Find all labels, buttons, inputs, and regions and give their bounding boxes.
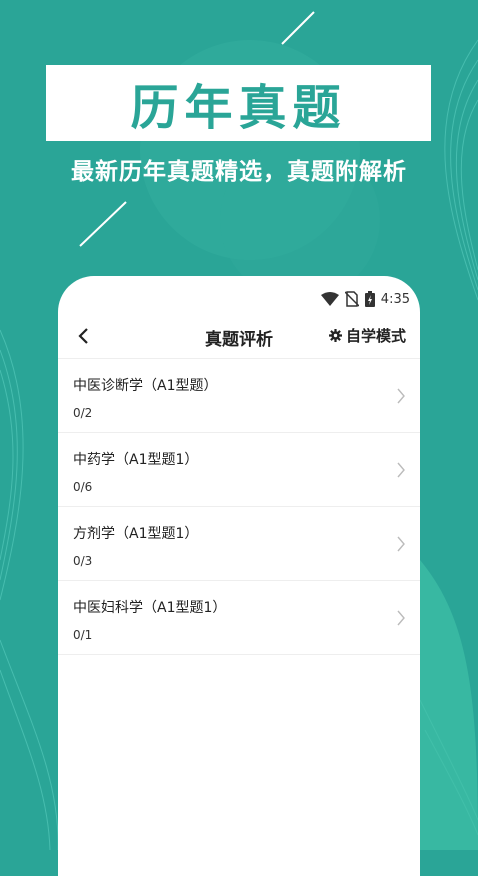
chevron-right-icon bbox=[397, 388, 405, 404]
banner-subtitle: 最新历年真题精选，真题附解析 bbox=[71, 159, 407, 185]
chevron-right-icon bbox=[397, 536, 405, 552]
gear-icon bbox=[328, 329, 342, 342]
self-study-mode-button[interactable]: 自学模式 bbox=[328, 325, 406, 346]
banner-box: 历年真题 bbox=[46, 65, 431, 141]
chevron-right-icon bbox=[397, 462, 405, 478]
item-title: 方剂学（A1型题1） bbox=[73, 526, 199, 542]
item-progress: 0/3 bbox=[73, 554, 93, 568]
item-progress: 0/2 bbox=[73, 406, 93, 420]
list-item[interactable]: 中医妇科学（A1型题1） 0/1 bbox=[58, 581, 420, 655]
item-title: 中药学（A1型题1） bbox=[73, 452, 199, 468]
item-progress: 0/1 bbox=[73, 628, 93, 642]
self-study-mode-label: 自学模式 bbox=[345, 327, 406, 345]
item-title: 中医诊断学（A1型题） bbox=[73, 378, 218, 394]
item-progress: 0/6 bbox=[73, 480, 93, 494]
list-item[interactable]: 方剂学（A1型题1） 0/3 bbox=[58, 507, 420, 581]
header-bar: 真题评析 自学模式 bbox=[58, 314, 420, 359]
chevron-right-icon bbox=[397, 610, 405, 626]
item-title: 中医妇科学（A1型题1） bbox=[73, 600, 227, 616]
banner-title: 历年真题 bbox=[130, 80, 347, 136]
list-item[interactable]: 中药学（A1型题1） 0/6 bbox=[58, 433, 420, 507]
status-bar: 4:35 bbox=[320, 290, 410, 308]
no-sim-icon bbox=[344, 291, 359, 307]
list-item[interactable]: 中医诊断学（A1型题） 0/2 bbox=[58, 359, 420, 433]
status-time: 4:35 bbox=[380, 291, 410, 307]
battery-charging-icon bbox=[364, 291, 375, 307]
wifi-icon bbox=[320, 292, 339, 306]
exam-list: 中医诊断学（A1型题） 0/2 中药学（A1型题1） 0/6 方剂学（A1型题1… bbox=[58, 359, 420, 655]
phone-screen: 4:35 真题评析 自学模式 中医诊断学（A1型题） 0/2 中药学（A1型题1… bbox=[58, 276, 420, 876]
